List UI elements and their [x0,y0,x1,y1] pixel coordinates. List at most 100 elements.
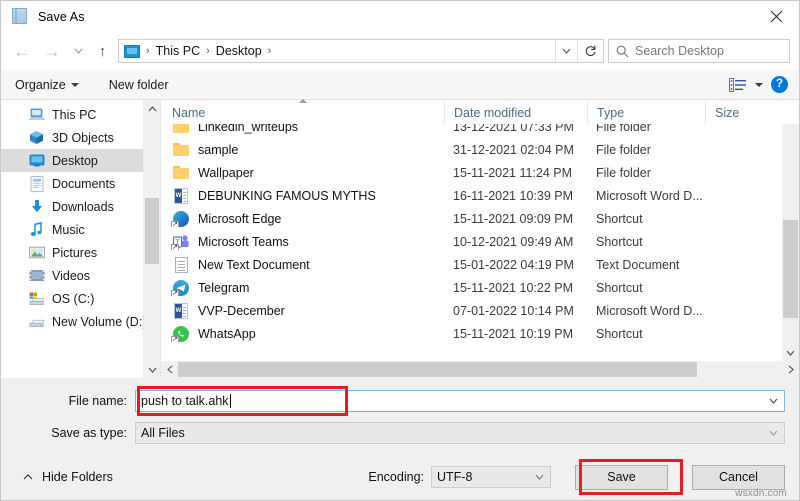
drive-icon [28,291,45,307]
title-bar: Save As [1,1,799,32]
view-caret-down-icon[interactable] [755,83,763,87]
refresh-icon[interactable] [577,40,603,62]
file-name-dropdown-icon[interactable] [762,391,784,411]
file-name-cell: W DEBUNKING FAMOUS MYTHS [161,187,444,204]
table-row[interactable]: sample 31-12-2021 02:04 PM File folder [161,138,782,161]
search-input[interactable]: Search Desktop [608,39,790,63]
encoding-select[interactable]: UTF-8 [431,466,551,488]
column-header-size[interactable]: Size [705,102,765,124]
file-date: 10-12-2021 09:49 AM [444,235,587,249]
encoding-dropdown-icon[interactable] [528,467,550,487]
sidebar-scroll-up-icon[interactable] [144,100,160,117]
table-row[interactable]: T ↗ Microsoft Teams 10-12-2021 09:49 AM [161,230,782,253]
word-doc-icon: W [172,302,190,319]
sidebar-scroll-thumb[interactable] [145,198,159,264]
table-row[interactable]: ↗ Telegram 15-11-2021 10:22 PM Shortcut [161,276,782,299]
telegram-shortcut-icon: ↗ [172,279,190,296]
sidebar-item-desktop[interactable]: Desktop [1,149,160,172]
save-as-type-value: All Files [136,426,762,440]
breadcrumb-item-desktop[interactable]: Desktop [216,44,262,58]
file-date: 16-11-2021 10:39 PM [444,189,587,203]
file-date: 15-11-2021 10:19 PM [444,327,587,341]
file-name-input[interactable]: push to talk.ahk [135,390,785,412]
hide-folders-button[interactable]: Hide Folders [15,470,113,484]
table-row[interactable]: W DEBUNKING FAMOUS MYTHS 16-11-2021 10:3… [161,184,782,207]
sidebar-item-documents[interactable]: Documents [1,172,160,195]
file-name: Wallpaper [198,166,254,180]
breadcrumb-separator: › [140,45,156,57]
sidebar-item-label: 3D Objects [52,131,114,145]
folder-tree: This PC 3D Objects [1,100,160,333]
breadcrumb-item-this-pc[interactable]: This PC [156,44,200,58]
search-icon [609,40,635,62]
sidebar-item-label: Videos [52,269,90,283]
hscroll-right-icon[interactable] [782,361,799,378]
cancel-button[interactable]: Cancel [692,465,785,490]
list-scroll-down-icon[interactable] [782,344,799,361]
breadcrumb[interactable]: › This PC › Desktop › [119,44,555,58]
list-scroll-thumb[interactable] [783,220,798,318]
sidebar-item-os-c[interactable]: OS (C:) [1,287,160,310]
search-placeholder: Search Desktop [635,44,724,58]
table-row[interactable]: New Text Document 15-01-2022 04:19 PM Te… [161,253,782,276]
up-icon[interactable]: ↑ [89,36,116,66]
help-icon[interactable]: ? [771,76,788,93]
sidebar-scrollbar[interactable] [143,100,160,378]
file-type: Shortcut [587,327,705,341]
file-name-value-wrap: push to talk.ahk [136,394,762,408]
hscroll-left-icon[interactable] [161,361,178,378]
organize-button[interactable]: Organize [15,78,79,92]
save-as-type-dropdown-icon[interactable] [762,423,784,443]
encoding-value: UTF-8 [432,470,528,484]
view-list-icon[interactable] [728,77,747,93]
table-row[interactable]: Linkedin_writeups 13-12-2021 07:33 PM Fi… [161,124,782,138]
recent-locations-icon[interactable] [67,36,89,66]
file-rows: Linkedin_writeups 13-12-2021 07:33 PM Fi… [161,124,782,345]
close-icon[interactable] [753,1,799,32]
table-row[interactable]: ↗ WhatsApp 15-11-2021 10:19 PM Shortcut [161,322,782,345]
file-list-horizontal-scrollbar[interactable] [161,361,799,378]
drive-icon [28,314,45,330]
sidebar-item-music[interactable]: Music [1,218,160,241]
column-header-date-modified[interactable]: Date modified [444,102,587,124]
hscroll-thumb[interactable] [178,362,697,377]
file-name-cell: W VVP-December [161,302,444,319]
file-name: New Text Document [198,258,310,272]
table-row[interactable]: ↗ Microsoft Edge 15-11-2021 09:09 PM Sho… [161,207,782,230]
footer-actions: Encoding: UTF-8 Save Cancel [368,465,785,490]
file-name: sample [198,143,238,157]
breadcrumb-separator: › [200,45,216,57]
sidebar-item-pictures[interactable]: Pictures [1,241,160,264]
file-rows-viewport: Linkedin_writeups 13-12-2021 07:33 PM Fi… [161,124,782,378]
sidebar-item-downloads[interactable]: Downloads [1,195,160,218]
sidebar-item-label: Desktop [52,154,98,168]
sidebar-scroll-down-icon[interactable] [144,361,160,378]
save-as-type-select[interactable]: All Files [135,422,785,444]
file-type: File folder [587,143,705,157]
text-cursor [230,394,231,408]
navigation-bar: ← → ↑ › This PC › Desktop › [1,32,799,70]
sidebar-item-this-pc[interactable]: This PC [1,103,160,126]
file-list-vertical-scrollbar[interactable] [782,100,799,361]
column-header-type[interactable]: Type [587,102,705,124]
hscroll-track[interactable] [178,361,782,378]
column-label: Type [597,106,624,120]
column-header-name[interactable]: Name [161,102,444,124]
table-row[interactable]: Wallpaper 15-11-2021 11:24 PM File folde… [161,161,782,184]
file-date: 15-11-2021 09:09 PM [444,212,587,226]
forward-icon[interactable]: → [37,36,67,66]
sidebar-item-label: New Volume (D:) [52,315,146,329]
table-row[interactable]: W VVP-December 07-01-2022 10:14 PM Micro… [161,299,782,322]
save-button[interactable]: Save [575,465,668,490]
back-icon[interactable]: ← [7,36,37,66]
sidebar-item-new-volume-d[interactable]: New Volume (D:) [1,310,160,333]
sidebar-item-3d-objects[interactable]: 3D Objects [1,126,160,149]
new-folder-button[interactable]: New folder [109,78,169,92]
address-bar[interactable]: › This PC › Desktop › [118,39,604,63]
pictures-icon [28,245,45,261]
address-dropdown-icon[interactable] [555,40,577,62]
teams-shortcut-icon: T ↗ [172,233,190,250]
file-date: 15-01-2022 04:19 PM [444,258,587,272]
sidebar-item-videos[interactable]: Videos [1,264,160,287]
this-pc-icon [124,45,140,58]
